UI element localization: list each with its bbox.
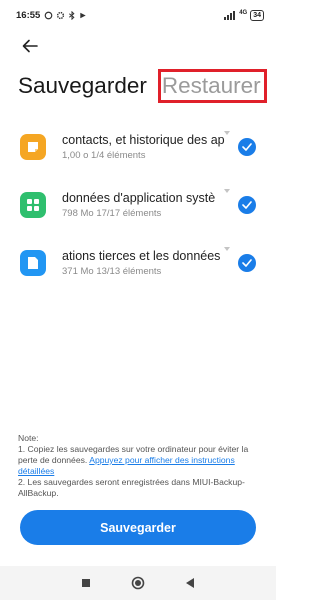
location-icon bbox=[80, 12, 87, 18]
note-title: Note: bbox=[18, 433, 39, 443]
item-title: contacts, et historique des ap bbox=[62, 133, 225, 147]
item-text: contacts, et historique des ap 1,00 o 1/… bbox=[62, 133, 226, 161]
notes-icon bbox=[20, 134, 46, 160]
item-title: ations tierces et les données bbox=[62, 249, 221, 263]
home-button[interactable] bbox=[128, 573, 148, 593]
backup-note: Note: 1. Copiez les sauvegardes sur votr… bbox=[18, 433, 262, 499]
document-icon bbox=[20, 250, 46, 276]
backup-button[interactable]: Sauvegarder bbox=[20, 510, 256, 545]
list-item-system-data[interactable]: données d'application systè 798 Mo 17/17… bbox=[0, 176, 276, 234]
apps-grid-icon bbox=[20, 192, 46, 218]
bluetooth-icon bbox=[69, 10, 75, 20]
network-type: 4G bbox=[239, 9, 248, 16]
item-subtitle: 371 Mo 13/13 éléments bbox=[62, 266, 162, 277]
notification-icons bbox=[44, 10, 87, 20]
signal-icon bbox=[224, 11, 236, 20]
battery-level: 34 bbox=[253, 11, 261, 19]
recents-button[interactable] bbox=[76, 573, 96, 593]
note-line-2: 2. Les sauvegardes seront enregistrées d… bbox=[18, 477, 245, 498]
status-time: 16:55 bbox=[16, 9, 41, 21]
tab-backup[interactable]: Sauvegarder bbox=[18, 73, 147, 99]
checkbox-checked-icon[interactable] bbox=[238, 196, 256, 214]
backup-items-list: contacts, et historique des ap 1,00 o 1/… bbox=[0, 118, 276, 292]
battery-icon: 34 bbox=[250, 9, 264, 21]
back-nav-button[interactable] bbox=[180, 573, 200, 593]
checkbox-checked-icon[interactable] bbox=[238, 254, 256, 272]
triangle-back-icon bbox=[186, 578, 194, 588]
status-right: 4G 34 bbox=[224, 9, 264, 21]
square-icon bbox=[82, 579, 90, 587]
back-button[interactable] bbox=[18, 34, 42, 58]
item-text: ations tierces et les données 371 Mo 13/… bbox=[62, 249, 226, 277]
status-left: 16:55 bbox=[16, 10, 87, 21]
item-title: données d'application systè bbox=[62, 191, 216, 205]
tab-restore[interactable]: Restaurer bbox=[157, 69, 267, 103]
expand-caret-icon[interactable] bbox=[224, 131, 230, 135]
note-line-1: 1. Copiez les sauvegardes sur votre ordi… bbox=[18, 444, 262, 477]
sync-icon bbox=[44, 11, 53, 19]
item-text: données d'application systè 798 Mo 17/17… bbox=[62, 191, 226, 219]
status-bar: 16:55 4G 34 bbox=[0, 0, 276, 30]
circle-icon bbox=[131, 576, 145, 590]
mode-tabs: Sauvegarder Restaurer bbox=[18, 66, 267, 106]
item-subtitle: 1,00 o 1/4 éléments bbox=[62, 150, 146, 161]
system-nav-bar bbox=[0, 566, 276, 600]
expand-caret-icon[interactable] bbox=[224, 247, 230, 251]
settings-icon bbox=[57, 11, 65, 19]
back-arrow-icon bbox=[22, 39, 38, 53]
expand-caret-icon[interactable] bbox=[224, 189, 230, 193]
checkbox-checked-icon[interactable] bbox=[238, 138, 256, 156]
list-item-contacts[interactable]: contacts, et historique des ap 1,00 o 1/… bbox=[0, 118, 276, 176]
item-subtitle: 798 Mo 17/17 éléments bbox=[62, 208, 162, 219]
list-item-third-party-apps[interactable]: ations tierces et les données 371 Mo 13/… bbox=[0, 234, 276, 292]
